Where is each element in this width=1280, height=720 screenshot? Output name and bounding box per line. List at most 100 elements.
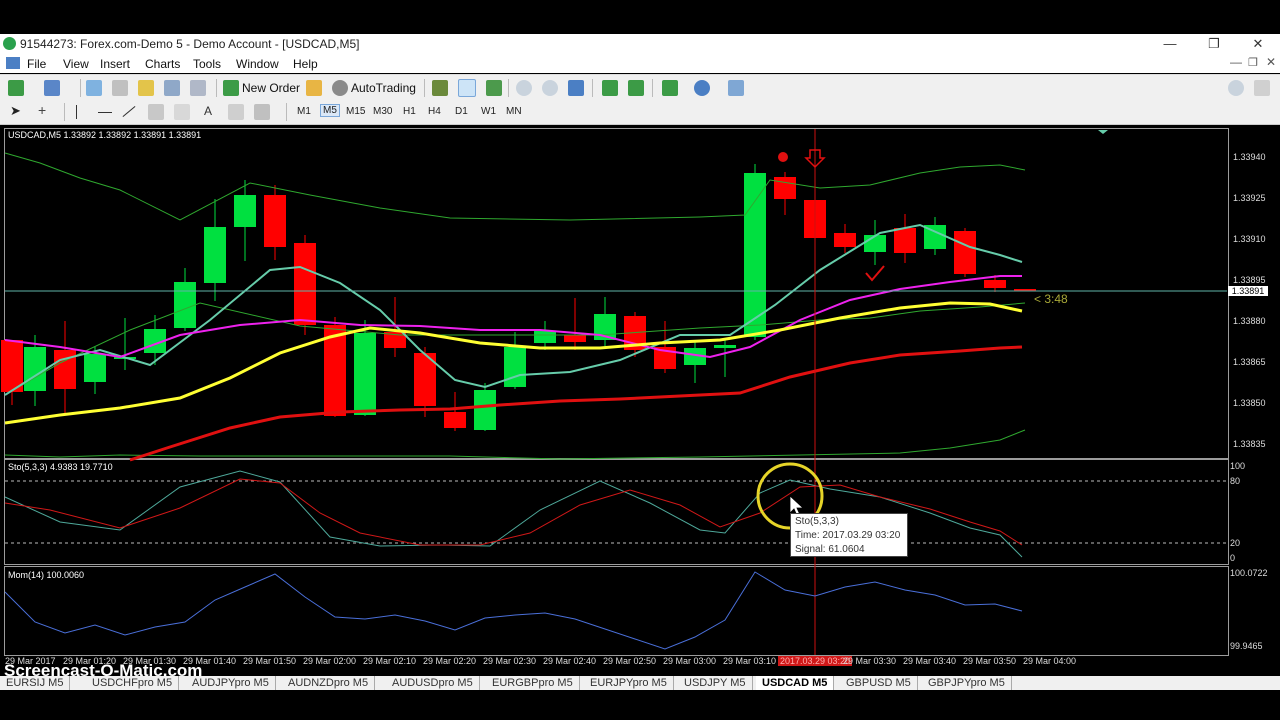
new-order-icon[interactable] [223, 80, 239, 96]
chat-icon[interactable] [1254, 80, 1270, 96]
timeframe-h4[interactable]: H4 [428, 106, 441, 117]
vertical-line-icon[interactable] [76, 105, 77, 119]
time-label: 29 Mar 04:00 [1023, 656, 1077, 666]
zoom-in-icon[interactable] [516, 80, 532, 96]
menu-insert[interactable]: Insert [100, 57, 130, 71]
new-order-button[interactable]: New Order [242, 81, 300, 95]
tab-symbol[interactable]: EURJPYpro M5 [584, 676, 674, 690]
timeframe-d1[interactable]: D1 [455, 106, 468, 117]
market-watch-icon[interactable] [86, 80, 102, 96]
timeframe-m30[interactable]: M30 [373, 106, 392, 117]
tile-windows-icon[interactable] [568, 80, 584, 96]
trendline-icon[interactable] [122, 105, 136, 118]
stoch-level-label: 0 [1230, 553, 1236, 563]
strategy-tester-icon[interactable] [190, 80, 206, 96]
tab-symbol-active[interactable]: USDCAD M5 [756, 676, 835, 690]
stoch-level-label: 100 [1230, 461, 1246, 471]
templates-icon[interactable] [728, 80, 744, 96]
time-label: 29 Mar 03:50 [963, 656, 1017, 666]
navigator-icon[interactable] [138, 80, 154, 96]
timeframe-mn[interactable]: MN [506, 106, 522, 117]
candle-body [294, 243, 316, 325]
menu-charts[interactable]: Charts [145, 57, 180, 71]
restore-button[interactable]: ❐ [1192, 34, 1236, 54]
price-label: 1.33895 [1233, 275, 1266, 285]
timeframe-w1[interactable]: W1 [481, 106, 496, 117]
periods-icon[interactable] [694, 80, 710, 96]
cursor-icon[interactable]: ➤ [10, 103, 21, 119]
zoom-out-icon[interactable] [542, 80, 558, 96]
app-icon [3, 37, 16, 50]
search-icon[interactable] [1228, 80, 1244, 96]
time-label: 29 Mar 02:30 [483, 656, 537, 666]
menu-tools[interactable]: Tools [193, 57, 221, 71]
bottom-letterbox [0, 690, 1280, 720]
child-close-button[interactable]: ✕ [1266, 55, 1276, 69]
auto-scroll-icon[interactable] [628, 80, 644, 96]
metaeditor-icon[interactable] [306, 80, 322, 96]
candle-body [354, 333, 376, 415]
tab-symbol[interactable]: AUDUSDpro M5 [386, 676, 480, 690]
tab-symbol[interactable]: AUDNZDpro M5 [282, 676, 376, 690]
candlestick-chart-icon[interactable] [458, 79, 476, 97]
menu-view[interactable]: View [63, 57, 89, 71]
tooltip-time: Time: 2017.03.29 03:20 [795, 530, 901, 541]
autotrading-button[interactable]: AutoTrading [351, 81, 416, 95]
child-minimize-button[interactable]: — [1230, 55, 1242, 69]
timeframe-m1[interactable]: M1 [297, 106, 311, 117]
candle-body [174, 282, 196, 328]
profiles-icon[interactable] [44, 80, 60, 96]
menu-help[interactable]: Help [293, 57, 318, 71]
fibonacci-icon[interactable] [174, 104, 190, 120]
current-price-label: 1.33891 [1228, 286, 1268, 296]
timeframe-m5[interactable]: M5 [320, 104, 340, 117]
horizontal-line-icon[interactable] [98, 112, 112, 113]
tab-symbol[interactable]: EURGBPpro M5 [486, 676, 580, 690]
terminal-icon[interactable] [164, 80, 180, 96]
tab-symbol[interactable]: USDJPY M5 [678, 676, 753, 690]
indicators-icon[interactable] [662, 80, 678, 96]
chart-window[interactable]: USDCAD,M5 1.33892 1.33892 1.33891 1.3389… [0, 125, 1280, 670]
timeframe-h1[interactable]: H1 [403, 106, 416, 117]
menu-bar: File View Insert Charts Tools Window Hel… [0, 54, 1280, 73]
bollinger-lower [4, 429, 1026, 460]
equidistant-channel-icon[interactable] [148, 104, 164, 120]
bar-chart-icon[interactable] [432, 80, 448, 96]
menu-file[interactable]: File [27, 57, 46, 71]
child-restore-button[interactable]: ❐ [1248, 56, 1258, 69]
candle-body [84, 354, 106, 382]
time-label: 29 Mar 02:10 [363, 656, 417, 666]
tab-symbol[interactable]: GBPUSD M5 [840, 676, 918, 690]
data-window-icon[interactable] [112, 80, 128, 96]
text-icon[interactable]: A [204, 104, 212, 118]
autotrading-icon[interactable] [332, 80, 348, 96]
moving-average-red [129, 345, 1023, 462]
separator [286, 103, 287, 121]
line-chart-icon[interactable] [486, 80, 502, 96]
bollinger-upper [4, 152, 1026, 221]
candle-body [264, 195, 286, 247]
text-label-icon[interactable] [228, 104, 244, 120]
candle-body [894, 228, 916, 253]
timeframe-m15[interactable]: M15 [346, 106, 365, 117]
bar-countdown: < 3:48 [1034, 292, 1068, 306]
separator [424, 79, 425, 97]
arrows-icon[interactable] [254, 104, 270, 120]
menu-window[interactable]: Window [236, 57, 279, 71]
crosshair-icon[interactable]: + [38, 102, 46, 118]
time-label: 29 Mar 02:20 [423, 656, 477, 666]
chart-shift-icon[interactable] [602, 80, 618, 96]
crosshair-time-label: 2017.03.29 03:20 [778, 656, 853, 666]
candle-body [954, 231, 976, 274]
price-label: 1.33865 [1233, 357, 1266, 367]
checkmark-icon [865, 265, 885, 282]
document-icon [6, 57, 20, 69]
tab-symbol[interactable]: GBPJPYpro M5 [922, 676, 1012, 690]
minimize-button[interactable]: — [1148, 34, 1192, 54]
marker-triangle-icon [1098, 130, 1108, 134]
momentum-header: Mom(14) 100.0060 [8, 570, 85, 580]
candle-body [984, 280, 1006, 288]
hand-icon [778, 152, 788, 162]
new-chart-icon[interactable] [8, 80, 24, 96]
close-button[interactable]: ✕ [1236, 34, 1280, 54]
